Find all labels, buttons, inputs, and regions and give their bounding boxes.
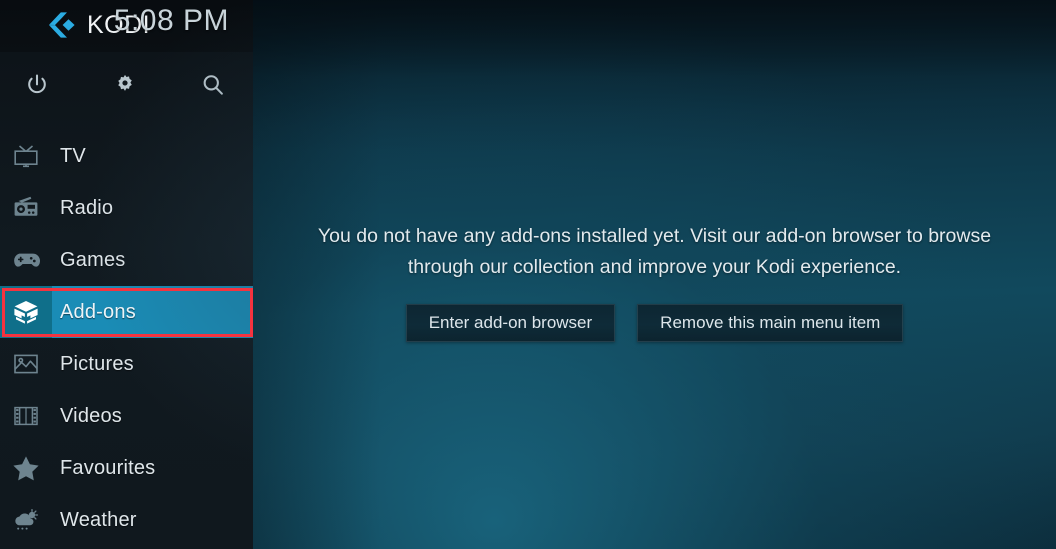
kodi-logo-mark xyxy=(48,11,78,39)
sidebar-item-label: Pictures xyxy=(60,352,134,375)
clock: 5:08 PM xyxy=(113,4,229,37)
empty-state-message: You do not have any add-ons installed ye… xyxy=(317,225,992,278)
sidebar-item-label: Radio xyxy=(60,196,114,219)
sidebar-item-pictures[interactable]: Pictures xyxy=(0,338,253,390)
sidebar-item-videos[interactable]: Videos xyxy=(0,390,253,442)
remove-main-menu-item-button[interactable]: Remove this main menu item xyxy=(637,303,904,342)
sidebar-item-add-ons[interactable]: Add-ons xyxy=(0,286,253,338)
pictures-icon xyxy=(0,338,52,390)
search-icon[interactable] xyxy=(190,62,236,108)
enter-add-on-browser-button[interactable]: Enter add-on browser xyxy=(405,303,616,342)
sidebar-menu: TV Radio Games Add-ons Pictures Videos F… xyxy=(0,130,253,546)
radio-icon xyxy=(0,182,52,234)
main-content: You do not have any add-ons installed ye… xyxy=(253,0,1056,549)
tv-icon xyxy=(0,130,52,182)
sidebar-item-label: Videos xyxy=(60,404,122,427)
addons-box-icon xyxy=(0,286,52,338)
empty-state-actions: Enter add-on browser Remove this main me… xyxy=(405,303,904,342)
sidebar-item-radio[interactable]: Radio xyxy=(0,182,253,234)
sidebar-item-label: Favourites xyxy=(60,456,156,479)
gamepad-icon xyxy=(0,234,52,286)
sidebar-item-label: Games xyxy=(60,248,126,271)
sidebar-item-favourites[interactable]: Favourites xyxy=(0,442,253,494)
weather-icon xyxy=(0,494,52,546)
filmstrip-icon xyxy=(0,390,52,442)
sidebar: KODI 5:08 PM TV Radio Games Add-ons Pict… xyxy=(0,0,253,549)
sidebar-item-label: TV xyxy=(60,144,86,167)
sidebar-item-games[interactable]: Games xyxy=(0,234,253,286)
gear-icon[interactable] xyxy=(102,62,148,108)
sidebar-quick-icons xyxy=(0,62,253,118)
kodi-app-window: KODI 5:08 PM TV Radio Games Add-ons Pict… xyxy=(0,0,1056,549)
star-icon xyxy=(0,442,52,494)
sidebar-item-weather[interactable]: Weather xyxy=(0,494,253,546)
sidebar-item-label: Weather xyxy=(60,508,137,531)
sidebar-item-tv[interactable]: TV xyxy=(0,130,253,182)
power-icon[interactable] xyxy=(14,62,60,108)
sidebar-item-label: Add-ons xyxy=(60,300,136,323)
